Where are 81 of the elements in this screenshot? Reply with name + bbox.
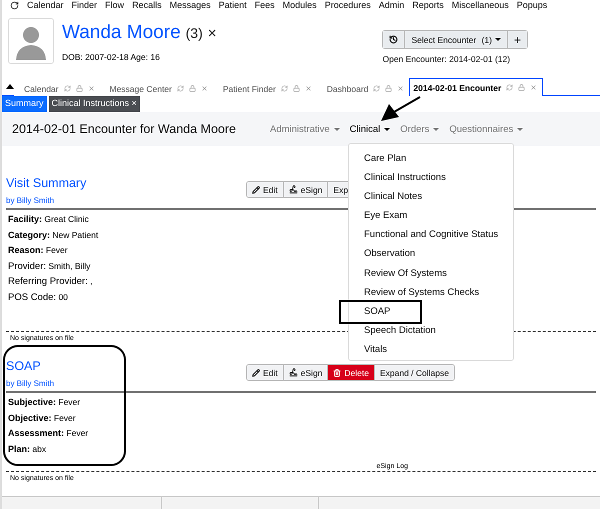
arrow-annotation bbox=[381, 96, 420, 121]
lock-icon[interactable] bbox=[76, 85, 82, 92]
field-text: POS Code: 00 bbox=[8, 290, 68, 304]
signature-icon bbox=[288, 185, 298, 194]
menu-item[interactable]: Admin bbox=[378, 0, 404, 10]
menu-item[interactable]: Reports bbox=[412, 0, 444, 10]
dropdown-item[interactable]: Care Plan bbox=[349, 149, 513, 168]
menu-item[interactable]: Patient bbox=[218, 0, 247, 10]
menu-item[interactable]: Recalls bbox=[132, 0, 162, 10]
lock-icon[interactable] bbox=[188, 85, 196, 92]
section-button[interactable]: Expand / Collapse bbox=[374, 365, 454, 380]
refresh-icon[interactable] bbox=[280, 85, 288, 92]
close-icon[interactable] bbox=[397, 85, 404, 92]
dropdown-item[interactable]: Review of Systems Checks bbox=[349, 282, 513, 302]
signature-icon bbox=[288, 368, 298, 377]
menu-item[interactable]: Miscellaneous bbox=[452, 0, 509, 10]
dropdown-item[interactable]: SOAP bbox=[349, 302, 513, 321]
dropdown-item[interactable]: Functional and Cognitive Status bbox=[349, 225, 513, 244]
section-title[interactable]: Visit Summary bbox=[6, 176, 246, 190]
menu-item[interactable]: Calendar bbox=[27, 0, 64, 10]
refresh-icon[interactable] bbox=[373, 85, 380, 92]
menu-item[interactable]: Finder bbox=[72, 0, 98, 10]
pencil-icon bbox=[252, 186, 260, 194]
close-icon[interactable] bbox=[200, 85, 208, 92]
refresh-icon[interactable] bbox=[506, 84, 514, 91]
field-text: Provider: Smith, Billy bbox=[8, 260, 90, 274]
history-button[interactable] bbox=[383, 31, 406, 48]
lock-icon[interactable] bbox=[385, 85, 392, 92]
section-button[interactable]: eSign bbox=[284, 182, 328, 197]
pencil-icon bbox=[252, 368, 260, 376]
menu-item[interactable]: Modules bbox=[282, 0, 317, 10]
field-text: Objective: Fever bbox=[8, 412, 76, 425]
lock-icon[interactable] bbox=[292, 85, 300, 92]
close-icon[interactable] bbox=[530, 84, 538, 91]
patient-name[interactable]: Wanda Moore bbox=[62, 22, 181, 44]
patient-dob: DOB: 2007-02-18 Age: 16 bbox=[62, 52, 161, 62]
dropdown-item[interactable]: Review Of Systems bbox=[349, 264, 513, 283]
tab[interactable]: Dashboard bbox=[316, 81, 410, 96]
section-button[interactable]: Edit bbox=[247, 182, 284, 197]
field-text: Reason: Fever bbox=[8, 244, 68, 257]
author-link[interactable]: by Billy Smith bbox=[6, 196, 246, 205]
patient-count: (3) bbox=[186, 25, 203, 41]
section-button[interactable]: Edit bbox=[247, 365, 284, 380]
menu-item[interactable]: Popups bbox=[516, 0, 548, 10]
collapse-icon bbox=[6, 84, 14, 89]
field-text: Assessment: Fever bbox=[8, 427, 88, 440]
sub-tab[interactable]: Summary bbox=[2, 96, 47, 112]
menu-item[interactable]: Fees bbox=[254, 0, 275, 10]
close-icon[interactable] bbox=[88, 85, 94, 92]
field-text: Facility: Great Clinic bbox=[8, 213, 89, 226]
section-button[interactable]: eSign bbox=[284, 365, 328, 380]
nav-menu[interactable]: Clinical bbox=[350, 124, 390, 134]
menu-item[interactable]: Messages bbox=[170, 0, 211, 10]
field-text: Plan: abx bbox=[8, 442, 46, 456]
nav-menu[interactable]: Questionnaires bbox=[449, 124, 524, 134]
delete-button[interactable]: Delete bbox=[328, 365, 375, 380]
close-icon[interactable] bbox=[304, 85, 312, 92]
author-link[interactable]: by Billy Smith bbox=[6, 379, 246, 388]
sub-tab[interactable]: Clinical Instructions × bbox=[48, 96, 140, 112]
dropdown-item[interactable]: Observation bbox=[349, 244, 513, 264]
nav-menu[interactable]: Administrative bbox=[270, 124, 340, 134]
dropdown-item[interactable]: Speech Dictation bbox=[349, 320, 513, 340]
refresh-icon[interactable] bbox=[64, 85, 70, 92]
close-button[interactable]: × bbox=[208, 25, 217, 42]
tab[interactable]: 2014-02-01 Encounter bbox=[409, 78, 544, 96]
nav-menu[interactable]: Orders bbox=[400, 124, 440, 134]
logo-icon bbox=[10, 0, 19, 10]
field-text: Referring Provider: , bbox=[8, 275, 92, 289]
field-text: Subjective: Fever bbox=[8, 396, 80, 409]
encounter-title: 2014-02-01 Encounter for Wanda Moore bbox=[12, 122, 237, 136]
trash-icon bbox=[333, 368, 342, 376]
menu-item[interactable]: Procedures bbox=[324, 0, 371, 10]
lock-icon[interactable] bbox=[518, 84, 526, 91]
dropdown-item[interactable]: Vitals bbox=[349, 340, 513, 360]
refresh-icon[interactable] bbox=[176, 85, 184, 92]
menu-item[interactable]: Flow bbox=[105, 0, 124, 10]
history-icon bbox=[389, 35, 398, 44]
section-title[interactable]: SOAP bbox=[6, 359, 246, 373]
field-text: Category: New Patient bbox=[8, 228, 98, 242]
open-encounter-text: Open Encounter: 2014-02-01 (12) bbox=[382, 54, 510, 64]
dropdown-item[interactable]: Eye Exam bbox=[349, 206, 513, 226]
